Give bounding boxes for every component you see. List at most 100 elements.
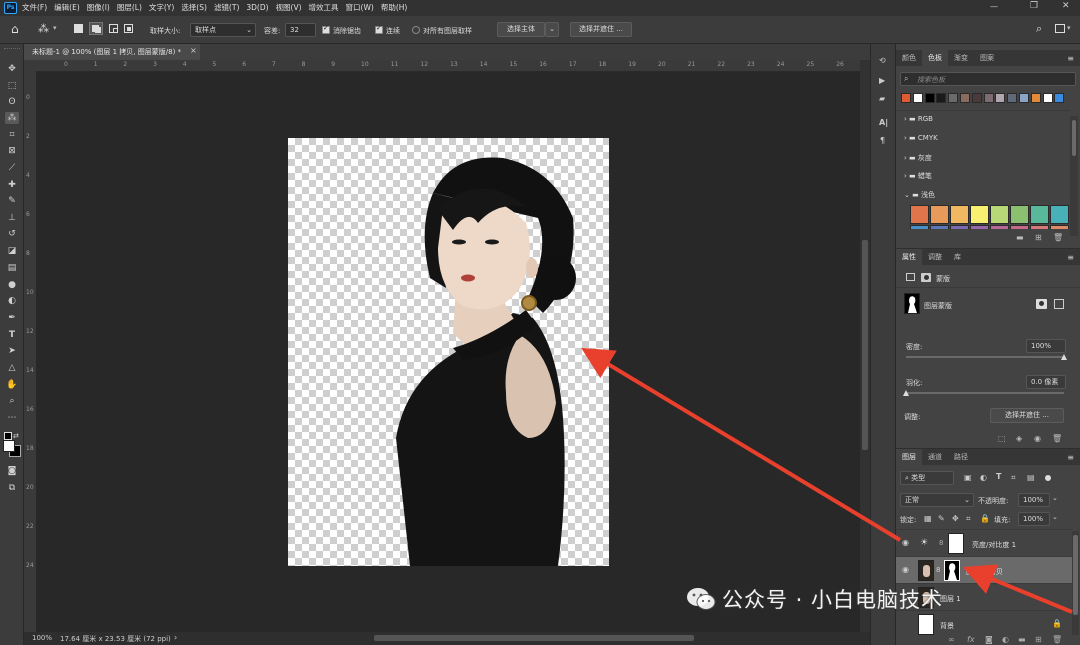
close-icon[interactable]: × xyxy=(190,46,197,55)
menu-item[interactable]: 滤镜(T) xyxy=(214,0,239,16)
ruler-origin[interactable] xyxy=(24,60,36,72)
select-and-mask-button[interactable]: 选择并遮住 ... xyxy=(990,408,1064,423)
density-slider-handle[interactable] xyxy=(1061,354,1067,360)
add-mask-icon[interactable]: ◙ xyxy=(985,635,993,644)
menu-item[interactable]: 增效工具 xyxy=(309,0,339,16)
tab-channels[interactable]: 通道 xyxy=(922,449,948,465)
trash-icon[interactable]: 🗑 xyxy=(1053,233,1063,242)
tab-adjustments[interactable]: 调整 xyxy=(922,249,948,265)
brush-tool-icon[interactable]: ✎ xyxy=(5,195,19,207)
color-swatch[interactable] xyxy=(1030,225,1049,229)
color-swatch[interactable] xyxy=(970,225,989,229)
eye-icon[interactable]: ◉ xyxy=(902,565,909,574)
lock-position-icon[interactable]: ✥ xyxy=(952,514,959,523)
trash-icon[interactable]: 🗑 xyxy=(1052,434,1062,443)
swatch-group-cmyk[interactable]: › ▬ CMYK xyxy=(904,134,938,142)
feather-slider-track[interactable] xyxy=(906,392,1064,394)
vertical-scrollbar[interactable] xyxy=(860,60,870,632)
fx-icon[interactable]: fx xyxy=(967,635,975,644)
lock-artboard-icon[interactable]: ⌗ xyxy=(966,514,971,524)
select-subject-dropdown[interactable]: ⌄ xyxy=(545,22,559,37)
pixel-mask-icon[interactable] xyxy=(906,273,915,281)
layer-row-selected[interactable]: ◉ 8 图层 1 拷贝 xyxy=(896,557,1072,584)
close-button[interactable]: ✕ xyxy=(1062,1,1070,11)
color-swatch[interactable] xyxy=(936,93,947,103)
filter-toggle-icon[interactable] xyxy=(1045,475,1051,481)
layer-mask-thumbnail[interactable] xyxy=(944,560,960,581)
color-swatch[interactable] xyxy=(901,93,911,103)
magic-wand-icon[interactable]: ⁂ xyxy=(38,22,49,35)
color-swatch[interactable] xyxy=(950,205,969,224)
filter-type-icon[interactable]: T xyxy=(996,472,1001,481)
chevron-down-icon[interactable]: ▾ xyxy=(53,24,57,32)
color-swatch[interactable] xyxy=(948,93,959,103)
home-icon[interactable]: ⌂ xyxy=(11,22,19,36)
panel-menu-icon[interactable]: ≡ xyxy=(1067,453,1074,462)
color-swatch[interactable] xyxy=(912,93,923,103)
new-swatch-icon[interactable]: ⊞ xyxy=(1035,233,1042,242)
minimize-button[interactable]: — xyxy=(990,2,998,11)
color-swatch[interactable] xyxy=(1019,93,1029,103)
frame-tool-icon[interactable]: ⊠ xyxy=(5,145,19,157)
lasso-tool-icon[interactable]: ʘ xyxy=(5,96,19,108)
character-icon[interactable]: A| xyxy=(879,118,888,127)
color-swatch[interactable] xyxy=(1054,93,1065,103)
layer-filter-select[interactable]: ⌕ 类型 xyxy=(900,471,954,485)
screen-mode-icon[interactable]: ⧉ xyxy=(5,482,19,494)
link-layers-icon[interactable]: ∞ xyxy=(948,635,955,644)
panel-menu-icon[interactable]: ≡ xyxy=(1067,54,1074,63)
select-subject-button[interactable]: 选择主体 xyxy=(497,22,545,37)
menu-item[interactable]: 编辑(E) xyxy=(54,0,80,16)
color-swatch[interactable] xyxy=(910,205,929,224)
status-menu-arrow[interactable]: › xyxy=(174,633,177,642)
apply-mask-icon[interactable]: ◈ xyxy=(1016,434,1022,443)
menu-item[interactable]: 选择(S) xyxy=(181,0,207,16)
feather-slider-handle[interactable] xyxy=(903,390,909,396)
layer-row[interactable]: 背景 🔒 xyxy=(896,611,1072,636)
tab-layers[interactable]: 图层 xyxy=(896,449,922,465)
menu-item[interactable]: 窗口(W) xyxy=(346,0,374,16)
swatch-group-light[interactable]: ⌄ ▬ 浅色 xyxy=(904,190,935,200)
menu-item[interactable]: 3D(D) xyxy=(246,0,268,16)
comments-icon[interactable]: ▰ xyxy=(879,94,885,103)
workspace-icon[interactable] xyxy=(1055,24,1065,33)
select-pixel-mask-icon[interactable] xyxy=(1036,299,1047,309)
background-thumbnail[interactable] xyxy=(918,614,934,635)
scrollbar-thumb[interactable] xyxy=(862,240,868,450)
history-icon[interactable]: ⟲ xyxy=(879,56,886,65)
hand-tool-icon[interactable]: ✋ xyxy=(5,379,19,391)
color-swatch[interactable] xyxy=(1030,93,1041,103)
filter-adjustment-icon[interactable]: ◐ xyxy=(980,473,987,482)
sample-size-select[interactable]: 取样点 ⌄ xyxy=(190,23,256,37)
tab-properties[interactable]: 属性 xyxy=(896,249,922,265)
swatch-group-rgb[interactable]: › ▬ RGB xyxy=(904,115,933,123)
color-swatch[interactable] xyxy=(990,225,1009,229)
color-swatch[interactable] xyxy=(983,93,994,103)
visibility-icon[interactable]: ◉ xyxy=(1034,434,1041,443)
quick-mask-icon[interactable]: ◙ xyxy=(5,465,19,477)
link-icon[interactable]: 8 xyxy=(939,539,943,547)
search-icon[interactable]: ⌕ xyxy=(1036,22,1042,36)
color-swatch[interactable] xyxy=(1010,225,1029,229)
sample-all-checkbox[interactable] xyxy=(412,26,420,34)
filter-shape-icon[interactable]: ⌗ xyxy=(1011,473,1016,483)
path-selection-tool-icon[interactable]: ➤ xyxy=(5,345,19,357)
panel-menu-icon[interactable]: ≡ xyxy=(1067,253,1074,262)
new-selection-icon[interactable] xyxy=(74,24,83,33)
zoom-level[interactable]: 100% xyxy=(32,634,52,642)
swap-colors-icon[interactable]: ⇄ xyxy=(13,432,19,440)
restore-button[interactable]: ❐ xyxy=(1030,1,1038,11)
density-input[interactable]: 100% xyxy=(1026,339,1066,353)
color-swatch[interactable] xyxy=(970,205,989,224)
document-info[interactable]: 17.64 厘米 x 23.53 厘米 (72 ppi) xyxy=(60,634,171,644)
zoom-tool-icon[interactable]: ⌕ xyxy=(5,395,19,407)
fill-input[interactable]: 100% xyxy=(1018,512,1050,526)
eye-icon[interactable]: ◉ xyxy=(902,538,909,547)
marquee-tool-icon[interactable]: ⬚ xyxy=(5,80,19,92)
link-icon[interactable]: 8 xyxy=(936,566,940,574)
add-selection-icon[interactable] xyxy=(89,22,103,35)
new-group-icon[interactable]: ▬ xyxy=(1016,233,1024,242)
menu-item[interactable]: 文字(Y) xyxy=(149,0,174,16)
color-swatch[interactable] xyxy=(910,225,929,229)
magic-wand-tool-icon[interactable]: ⁂ xyxy=(5,112,19,124)
